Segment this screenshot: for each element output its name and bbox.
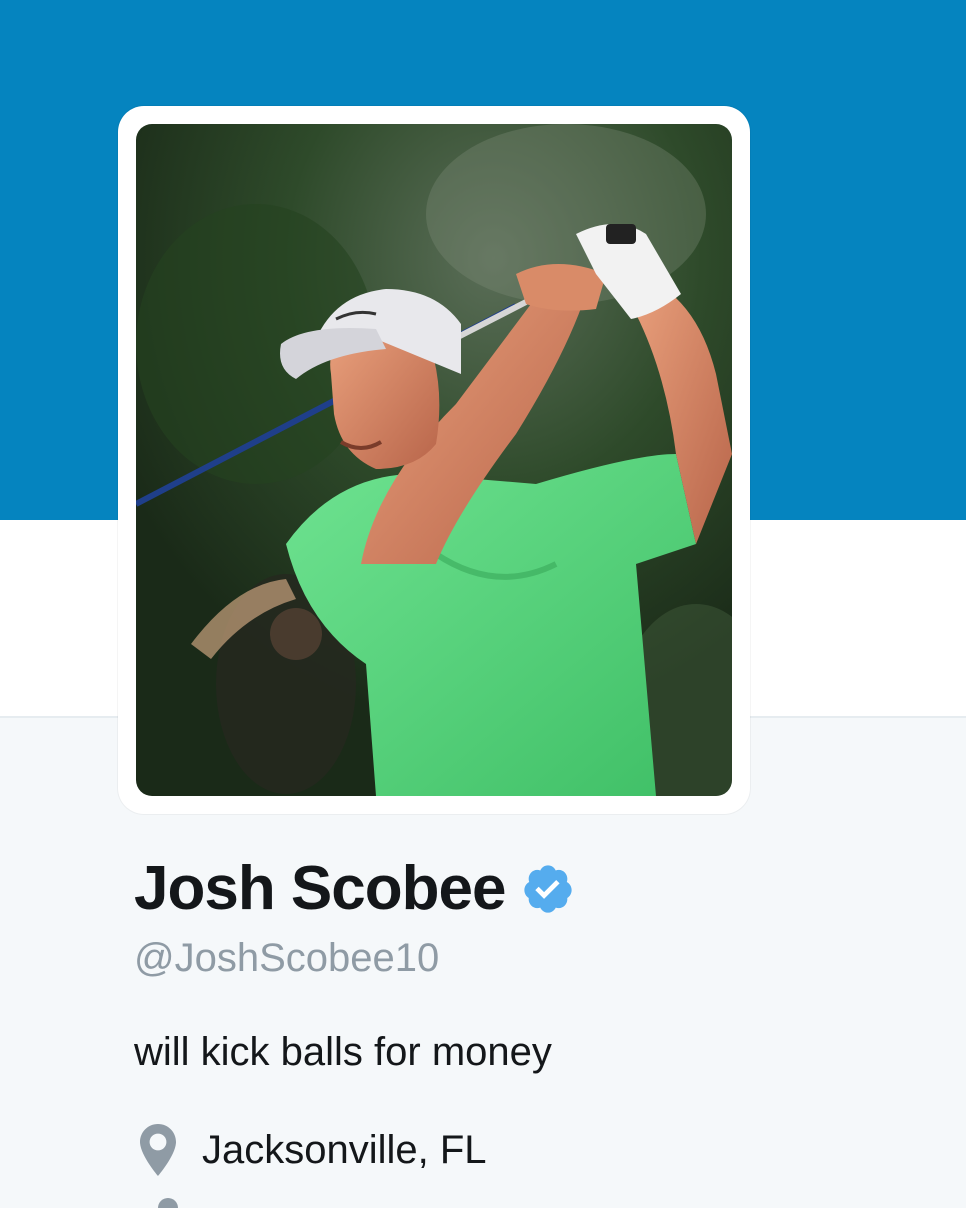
- profile-avatar[interactable]: [136, 124, 732, 796]
- display-name[interactable]: Josh Scobee: [134, 858, 506, 920]
- avatar-frame: [118, 106, 750, 814]
- screen-name[interactable]: @JoshScobee10: [134, 936, 439, 980]
- profile-name-row: Josh Scobee: [134, 858, 575, 920]
- location-text: Jacksonville, FL: [202, 1128, 487, 1172]
- verified-badge-icon: [521, 862, 575, 916]
- profile-location: Jacksonville, FL: [140, 1124, 487, 1176]
- profile-bio: will kick balls for money: [134, 1030, 552, 1074]
- map-pin-icon: [140, 1124, 176, 1176]
